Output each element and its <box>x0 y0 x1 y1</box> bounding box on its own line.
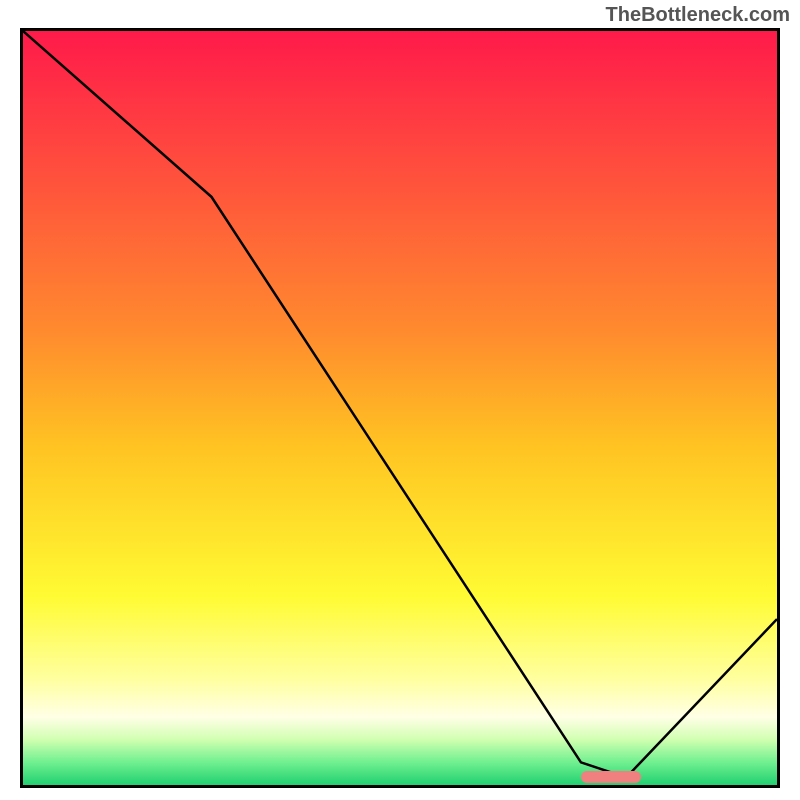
minimum-marker <box>581 771 641 783</box>
chart-container: TheBottleneck.com <box>0 0 800 800</box>
watermark-text: TheBottleneck.com <box>606 4 790 27</box>
line-curve <box>23 31 777 785</box>
plot-area <box>20 28 780 788</box>
